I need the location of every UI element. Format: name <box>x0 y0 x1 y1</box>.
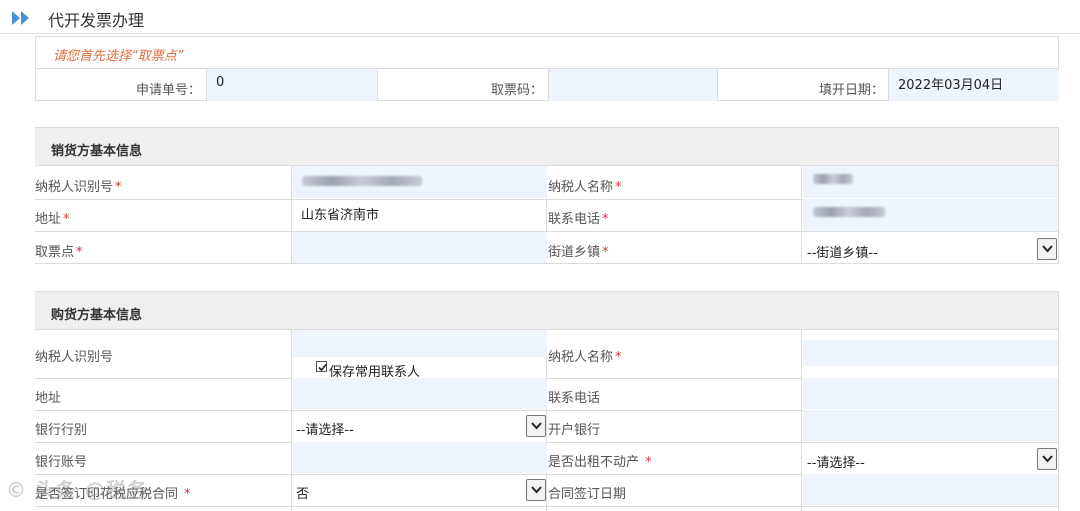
double-arrow-icon <box>12 11 32 29</box>
pickup-hint: 请您首先选择“取票点” <box>53 49 184 64</box>
fill-date-field: 2022年03月04日 <box>889 69 1059 101</box>
redacted-phone <box>813 207 885 217</box>
rent-property-select-value: --请选择-- <box>807 456 865 471</box>
watermark: © 头条 @税务 <box>6 478 148 502</box>
contract-date-label: 合同签订日期 <box>548 487 627 502</box>
fill-date-value: 2022年03月04日 <box>898 78 1004 93</box>
apply-no-value: 0 <box>216 75 225 90</box>
bank-account-field[interactable] <box>292 442 547 473</box>
seller-taxpayer-id-field[interactable] <box>292 166 547 198</box>
seller-taxpayer-name-field[interactable] <box>803 166 1058 198</box>
checkmark-icon <box>318 363 327 372</box>
page-header: 代开发票办理 <box>0 0 1080 34</box>
bank-type-select-value: --请选择-- <box>296 423 354 438</box>
stamp-contract-select[interactable]: 否 <box>292 477 546 503</box>
rent-property-select[interactable]: --请选择-- <box>803 446 1057 472</box>
buyer-section-title: 购货方基本信息 <box>51 308 143 323</box>
seller-taxpayer-name-label: 纳税人名称 * <box>548 180 622 195</box>
hint-row: 请您首先选择“取票点” <box>36 37 1058 69</box>
street-select[interactable]: --街道乡镇-- <box>803 236 1057 262</box>
bank-type-select[interactable]: --请选择-- <box>292 413 546 439</box>
seller-phone-field[interactable] <box>803 199 1058 231</box>
street-select-value: --街道乡镇-- <box>807 246 878 261</box>
buyer-phone-label: 联系电话 <box>548 391 601 406</box>
contract-date-field[interactable] <box>803 474 1058 505</box>
stamp-contract-select-value: 否 <box>296 487 310 502</box>
redacted-taxpayer-name <box>813 174 853 184</box>
bank-account-label: 银行账号 <box>35 455 88 470</box>
seller-taxpayer-id-label: 纳税人识别号 * <box>35 180 122 195</box>
application-info-box: 请您首先选择“取票点” 申请单号： 0 取票码： 填开日期： 2022年03月0… <box>35 36 1059 101</box>
chevron-down-icon[interactable] <box>1037 448 1057 470</box>
buyer-phone-field[interactable] <box>803 378 1058 409</box>
open-bank-field[interactable] <box>803 410 1058 441</box>
buyer-taxpayer-id-label: 纳税人识别号 <box>35 350 114 365</box>
fill-date-label: 填开日期： <box>818 83 884 98</box>
pickup-code-field <box>549 69 717 101</box>
seller-address-label: 地址 * <box>35 212 70 227</box>
apply-no-field: 0 <box>207 69 377 101</box>
open-bank-label: 开户银行 <box>548 423 601 438</box>
redacted-taxpayer-id <box>302 176 422 186</box>
buyer-address-field[interactable] <box>292 378 547 409</box>
seller-phone-label: 联系电话 * <box>548 212 609 227</box>
seller-section-header: 销货方基本信息 <box>35 128 1058 166</box>
buyer-taxpayer-id-field[interactable] <box>292 330 547 357</box>
chevron-down-icon[interactable] <box>1037 238 1057 260</box>
page-title: 代开发票办理 <box>48 11 145 30</box>
chevron-down-icon[interactable] <box>526 415 546 437</box>
rent-property-label: 是否出租不动产 * <box>548 455 652 470</box>
chevron-down-icon[interactable] <box>526 479 546 501</box>
apply-no-label: 申请单号： <box>135 83 201 98</box>
seller-street-label: 街道乡镇 * <box>548 245 609 260</box>
seller-pickup-point-label: 取票点 * <box>35 245 83 260</box>
buyer-taxpayer-name-label: 纳税人名称 * <box>548 350 622 365</box>
buyer-taxpayer-name-field[interactable] <box>803 340 1058 366</box>
bank-type-label: 银行行别 <box>35 423 88 438</box>
pickup-code-label: 取票码： <box>490 83 543 98</box>
buyer-address-label: 地址 <box>35 391 62 406</box>
seller-address-value: 山东省济南市 <box>301 208 380 223</box>
save-contact-checkbox[interactable] <box>316 361 327 372</box>
seller-pickup-point-field[interactable] <box>292 232 547 263</box>
seller-section-title: 销货方基本信息 <box>51 144 143 159</box>
buyer-section-header: 购货方基本信息 <box>35 292 1058 330</box>
